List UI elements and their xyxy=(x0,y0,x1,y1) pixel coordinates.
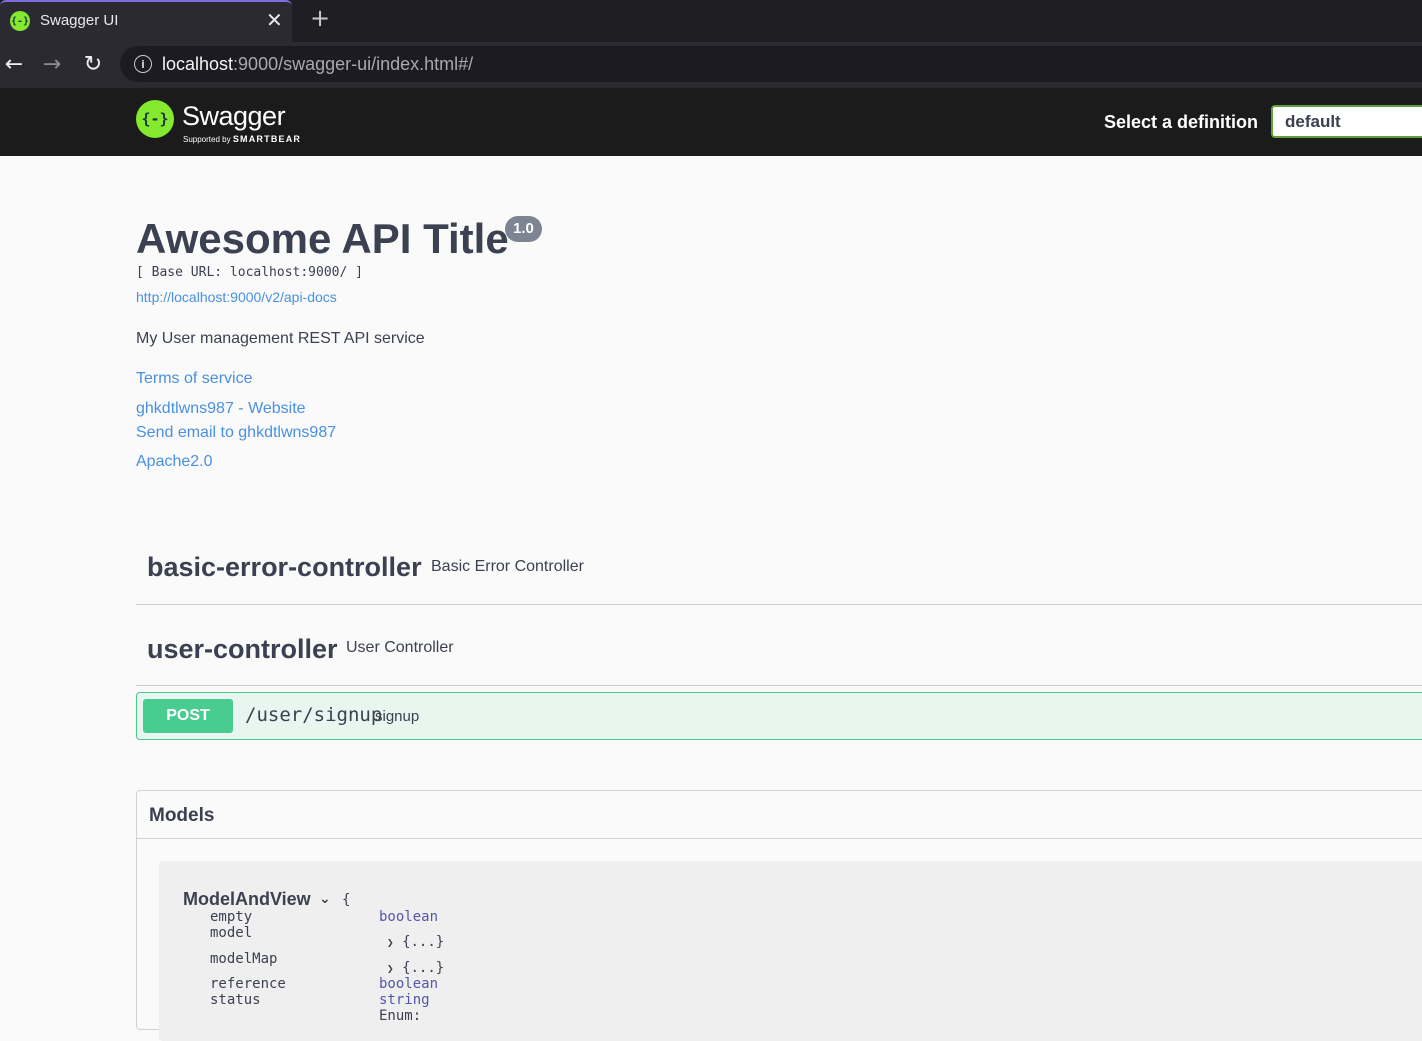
property-object-toggle[interactable]: ❯ {...} xyxy=(387,934,444,950)
tag-section-user-controller[interactable]: user-controller User Controller xyxy=(136,622,1422,686)
property-name: modelMap xyxy=(210,951,278,967)
property-name: reference xyxy=(210,976,286,992)
version-badge: 1.0 xyxy=(505,216,542,242)
swagger-logo-icon[interactable]: {-} xyxy=(136,100,174,138)
contact-email-link[interactable]: Send email to ghkdtlwns987 xyxy=(136,424,336,442)
license-link[interactable]: Apache2.0 xyxy=(136,453,213,471)
chevron-right-icon: ❯ xyxy=(387,936,394,949)
swagger-topbar: {-} Swagger Supported by SMARTBEAR Selec… xyxy=(0,88,1422,156)
property-type: {...} xyxy=(402,934,445,950)
tag-description: Basic Error Controller xyxy=(431,558,584,575)
reload-icon[interactable]: ↻ xyxy=(79,50,107,78)
models-title[interactable]: Models xyxy=(149,805,214,827)
models-section: Models ModelAndView ⌄ { empty boolean mo… xyxy=(136,790,1422,1041)
operation-path: /user/signup xyxy=(245,704,383,726)
tag-section-basic-error-controller[interactable]: basic-error-controller Basic Error Contr… xyxy=(136,540,1422,605)
back-arrow-icon[interactable]: ← xyxy=(0,50,28,78)
tag-description: User Controller xyxy=(346,639,454,656)
chevron-down-icon[interactable]: ⌄ xyxy=(319,891,331,907)
property-type: boolean xyxy=(379,976,439,992)
new-tab-icon[interactable]: + xyxy=(310,4,330,32)
url-path: :9000/swagger-ui/index.html#/ xyxy=(233,54,474,74)
close-tab-icon[interactable]: ✕ xyxy=(266,8,283,32)
http-method-badge: POST xyxy=(143,699,233,733)
operation-post-user-signup[interactable]: POST /user/signup signup xyxy=(136,692,1422,740)
url-host: localhost xyxy=(162,54,234,74)
forward-arrow-icon[interactable]: → xyxy=(38,50,66,78)
url-text[interactable]: localhost:9000/swagger-ui/index.html#/ xyxy=(162,54,473,75)
models-header[interactable]: Models xyxy=(137,791,1422,839)
definition-select[interactable]: default xyxy=(1271,105,1422,138)
definition-label: Select a definition xyxy=(1104,112,1259,132)
property-type: boolean xyxy=(379,909,439,925)
contact-website-link[interactable]: ghkdtlwns987 - Website xyxy=(136,400,306,418)
enum-label: Enum: xyxy=(379,1008,422,1024)
model-name[interactable]: ModelAndView xyxy=(183,889,311,910)
property-type: string xyxy=(379,992,430,1008)
tag-name[interactable]: basic-error-controller xyxy=(147,552,422,583)
api-title: Awesome API Title xyxy=(136,215,509,262)
property-object-toggle[interactable]: ❯ {...} xyxy=(387,960,444,976)
api-docs-link[interactable]: http://localhost:9000/v2/api-docs xyxy=(136,289,337,305)
address-bar[interactable]: i localhost:9000/swagger-ui/index.html#/ xyxy=(120,46,1422,82)
model-container: ModelAndView ⌄ { empty boolean model ❯ {… xyxy=(159,861,1422,1041)
supported-by-label: Supported by xyxy=(183,135,231,144)
tab-title: Swagger UI xyxy=(40,12,119,29)
swagger-favicon-icon: {-} xyxy=(10,11,30,31)
property-name: model xyxy=(210,925,253,941)
supported-by-text: Supported by SMARTBEAR xyxy=(183,134,301,144)
property-name: empty xyxy=(210,909,253,925)
terms-of-service-link[interactable]: Terms of service xyxy=(136,370,252,388)
api-description: My User management REST API service xyxy=(136,330,425,347)
site-info-icon[interactable]: i xyxy=(134,55,152,73)
property-type: {...} xyxy=(402,960,445,976)
property-name: status xyxy=(210,992,261,1008)
browser-tab-strip: {-} Swagger UI ✕ + xyxy=(0,0,1422,42)
base-url: [ Base URL: localhost:9000/ ] xyxy=(136,265,363,280)
browser-tab[interactable]: {-} Swagger UI ✕ xyxy=(0,0,292,42)
chevron-right-icon: ❯ xyxy=(387,962,394,975)
operation-summary: signup xyxy=(375,708,420,725)
open-brace: { xyxy=(342,892,351,908)
smartbear-label: SMARTBEAR xyxy=(232,134,302,144)
tag-name[interactable]: user-controller xyxy=(147,634,338,665)
browser-toolbar: ← → ↻ i localhost:9000/swagger-ui/index.… xyxy=(0,42,1422,88)
swagger-logo-text[interactable]: Swagger xyxy=(182,101,286,132)
